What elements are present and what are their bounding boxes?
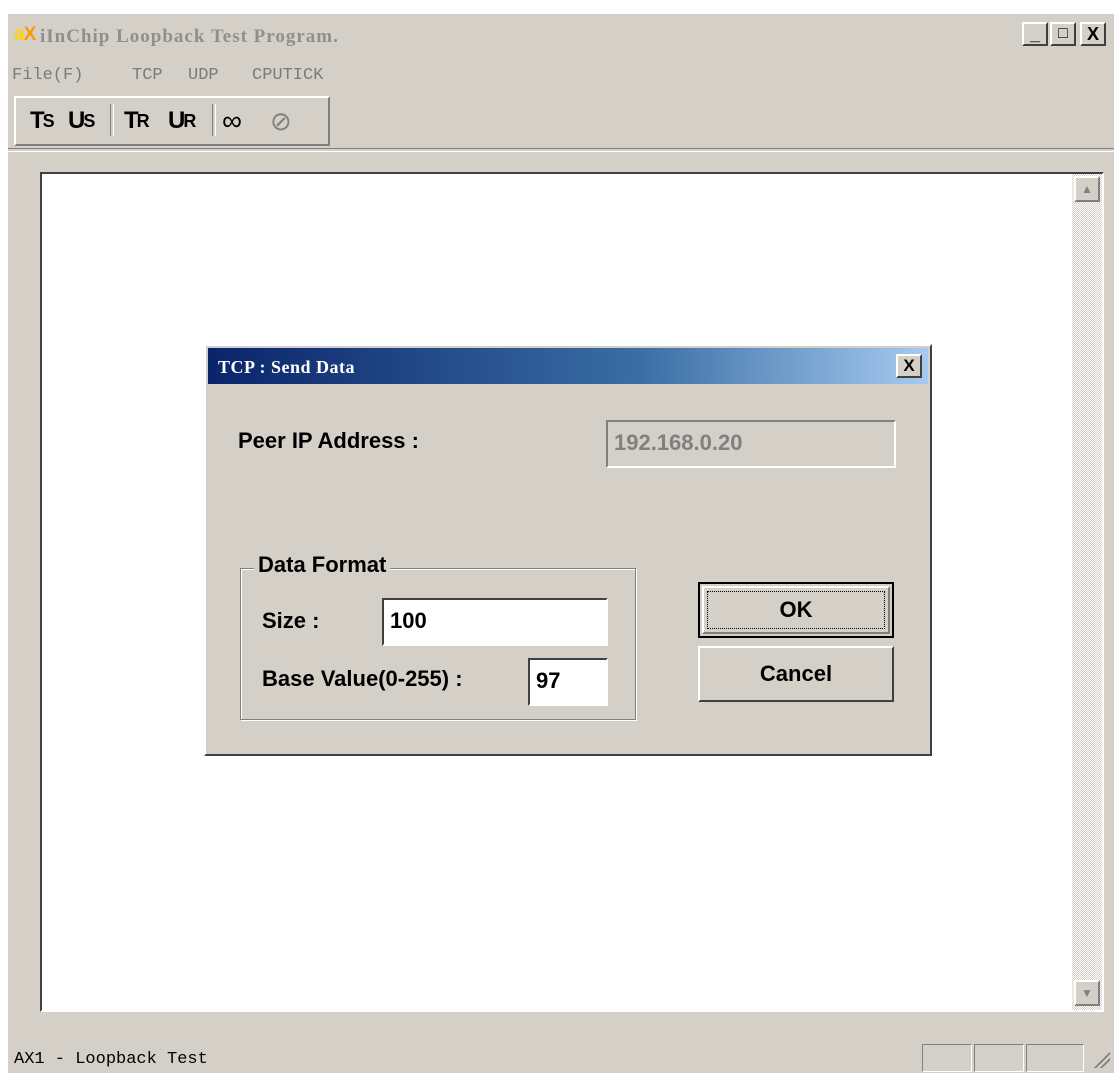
toolbar: TS US TR UR ∞ ⊘ [14, 96, 330, 146]
data-format-label: Data Format [254, 552, 391, 578]
peer-ip-label: Peer IP Address : [238, 428, 419, 453]
status-panel [1026, 1044, 1084, 1072]
ok-button[interactable]: OK [698, 582, 894, 638]
menu-file[interactable]: File(F) [12, 66, 83, 85]
resize-grip-icon[interactable] [1092, 1050, 1110, 1068]
tcp-send-dialog: TCP : Send Data X Peer IP Address : 192.… [204, 344, 932, 756]
peer-ip-field[interactable]: 192.168.0.20 [606, 420, 896, 468]
menu-cputick[interactable]: CPUTICK [252, 66, 323, 85]
menu-bar: File(F) TCP UDP CPUTICK [8, 58, 1114, 92]
close-button[interactable]: X [1080, 22, 1106, 46]
toolbar-separator [110, 104, 114, 136]
dialog-title: TCP : Send Data [218, 357, 356, 377]
cancel-button[interactable]: Cancel [698, 646, 894, 702]
window-title: iInChip Loopback Test Program. [40, 26, 339, 47]
toolbar-divider [8, 148, 1114, 152]
menu-udp[interactable]: UDP [188, 66, 219, 85]
tcp-send-button[interactable]: TS [30, 104, 55, 138]
vertical-scrollbar[interactable]: ▲ ▼ [1072, 174, 1102, 1010]
base-value-label: Base Value(0-255) : [262, 666, 463, 691]
udp-receive-button[interactable]: UR [168, 104, 196, 138]
toolbar-separator [212, 104, 216, 136]
scroll-down-icon[interactable]: ▼ [1074, 980, 1100, 1006]
size-label: Size : [262, 608, 320, 633]
status-panel [922, 1044, 972, 1072]
stop-icon[interactable]: ⊘ [270, 104, 292, 138]
maximize-button[interactable]: □ [1050, 22, 1076, 46]
base-value-input[interactable]: 97 [528, 658, 608, 706]
ok-button-label: OK [779, 597, 813, 622]
scroll-up-icon[interactable]: ▲ [1074, 176, 1100, 202]
menu-tcp[interactable]: TCP [132, 66, 163, 85]
tcp-receive-button[interactable]: TR [124, 104, 150, 138]
title-bar[interactable]: aX iInChip Loopback Test Program. _ □ X [8, 14, 1114, 56]
app-logo-icon: aX [14, 24, 36, 45]
dialog-close-button[interactable]: X [896, 354, 922, 378]
status-text: AX1 - Loopback Test [14, 1050, 208, 1069]
udp-send-button[interactable]: US [68, 104, 95, 138]
loop-icon[interactable]: ∞ [222, 104, 242, 138]
minimize-button[interactable]: _ [1022, 22, 1048, 46]
status-panel [974, 1044, 1024, 1072]
size-input[interactable]: 100 [382, 598, 608, 646]
status-bar: AX1 - Loopback Test [8, 1044, 1114, 1073]
dialog-title-bar[interactable]: TCP : Send Data X [208, 348, 928, 384]
